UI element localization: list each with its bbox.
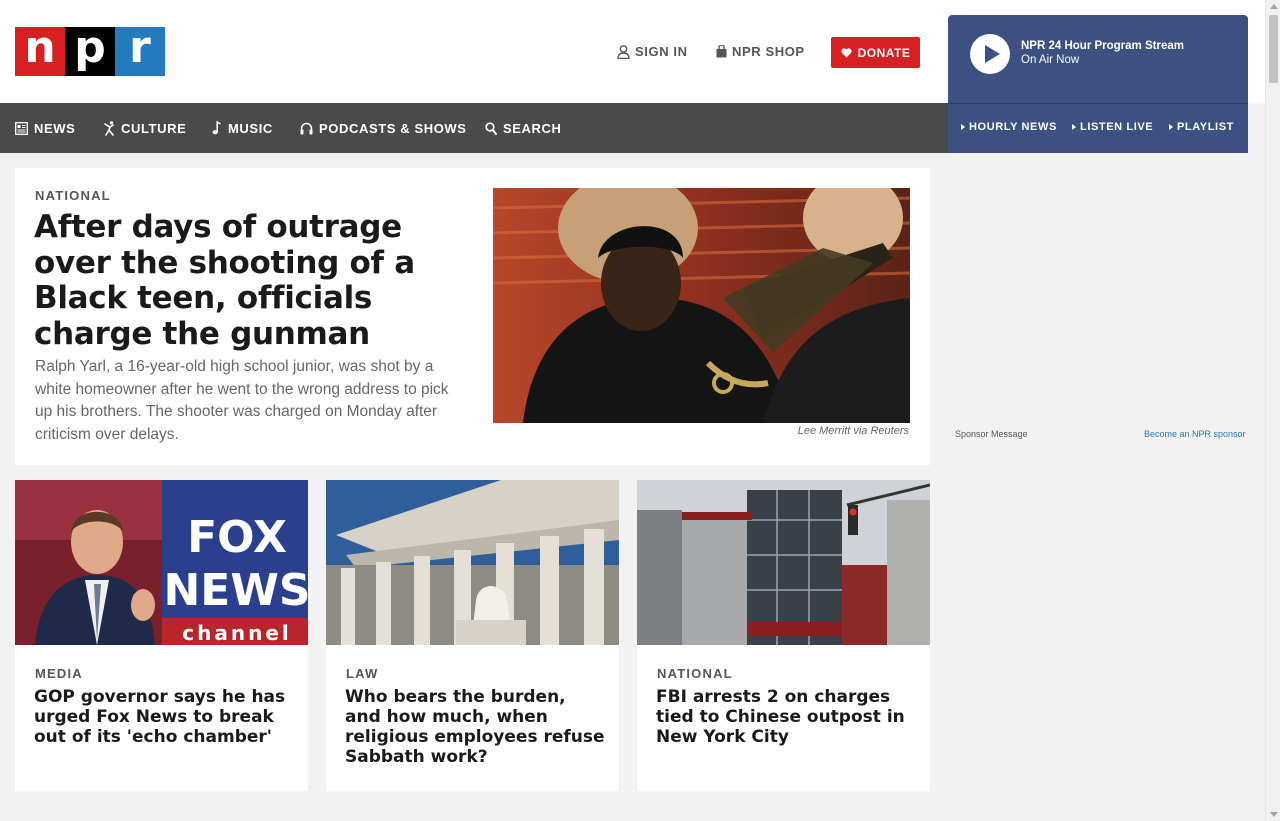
npr-logo[interactable]: n p r [15,25,165,76]
nav-label-music: MUSIC [228,120,273,136]
player-divider [948,103,1248,104]
npr-shop-link[interactable]: NPR SHOP [716,44,805,59]
card-slug[interactable]: MEDIA [35,666,83,681]
search-icon [485,121,497,135]
nav-item-podcasts[interactable]: PODCASTS & SHOWS [300,103,467,153]
card-slug[interactable]: LAW [346,666,378,681]
nav-item-music[interactable]: MUSIC [212,103,273,153]
caret-right-icon [961,124,965,130]
newspaper-icon [15,121,28,135]
main-nav: NEWS CULTURE MUSIC PODCASTS & SHOWS SEAR… [0,103,948,153]
music-note-icon [212,121,221,135]
playlist-link[interactable]: PLAYLIST [1169,121,1234,133]
hourly-news-link[interactable]: HOURLY NEWS [961,121,1057,133]
nav-label-news: NEWS [34,120,76,136]
story-headline[interactable]: After days of outrage over the shooting … [34,209,454,352]
shopping-bag-icon [716,45,727,58]
sign-in-link[interactable]: SIGN IN [617,44,688,59]
nav-label-podcasts: PODCASTS & SHOWS [319,120,467,136]
logo-letter-r: r [115,25,165,76]
play-icon[interactable] [970,34,1010,74]
story-card-photo[interactable] [637,480,930,645]
logo-letter-n: n [15,25,65,76]
user-icon [617,44,630,59]
story-slug[interactable]: NATIONAL [35,188,111,203]
story-teaser[interactable]: Ralph Yarl, a 16-year-old high school ju… [35,356,460,446]
live-stream-player: NPR 24 Hour Program Stream On Air Now HO… [948,15,1248,153]
card-title[interactable]: FBI arrests 2 on charges tied to Chinese… [656,687,916,747]
npr-shop-label: NPR SHOP [732,44,805,59]
listen-live-label: LISTEN LIVE [1080,121,1154,133]
fox-logo-text-1: FOX [187,512,287,563]
featured-story: NATIONAL After days of outrage over the … [15,168,930,465]
heart-icon [841,47,852,57]
hourly-news-label: HOURLY NEWS [969,121,1057,133]
scroll-down-arrow-icon[interactable] [1270,812,1278,817]
scrollbar-thumb[interactable] [1269,15,1278,83]
story-card-law: LAW Who bears the burden, and how much, … [326,480,619,791]
scroll-up-arrow-icon[interactable] [1270,4,1278,9]
story-card-photo[interactable] [326,480,619,645]
playlist-label: PLAYLIST [1177,121,1234,133]
dancer-icon [104,120,114,136]
caret-right-icon [1072,124,1076,130]
donate-label: DONATE [857,45,911,60]
logo-letter-p: p [65,25,115,76]
nav-item-search[interactable]: SEARCH [485,103,562,153]
card-title[interactable]: Who bears the burden, and how much, when… [345,687,605,767]
nav-item-news[interactable]: NEWS [15,103,75,153]
donate-button[interactable]: DONATE [831,37,920,68]
listen-live-link[interactable]: LISTEN LIVE [1072,121,1153,133]
nav-item-culture[interactable]: CULTURE [104,103,186,153]
story-card-photo[interactable]: FOX NEWS channel [15,480,308,645]
caret-right-icon [1169,124,1173,130]
sign-in-label: SIGN IN [635,44,688,59]
become-sponsor-link[interactable]: Become an NPR sponsor [1144,429,1246,439]
story-card-national: NATIONAL FBI arrests 2 on charges tied t… [637,480,930,791]
stream-subtitle: On Air Now [1021,54,1080,66]
sponsor-message-label: Sponsor Message [955,429,1028,439]
page-scrollbar[interactable] [1265,0,1280,821]
card-title[interactable]: GOP governor says he has urged Fox News … [34,687,294,747]
nav-label-culture: CULTURE [121,120,187,136]
fox-logo-text-2: NEWS [163,565,308,616]
stream-title[interactable]: NPR 24 Hour Program Stream [1021,40,1184,52]
story-card-media: FOX NEWS channel MEDIA GOP governor says… [15,480,308,791]
photo-credit: Lee Merritt via Reuters [797,425,909,437]
headphones-icon [300,122,313,134]
fox-logo-text-3: channel [182,621,292,645]
nav-label-search: SEARCH [503,120,562,136]
story-photo[interactable] [493,188,910,423]
card-slug[interactable]: NATIONAL [657,666,733,681]
